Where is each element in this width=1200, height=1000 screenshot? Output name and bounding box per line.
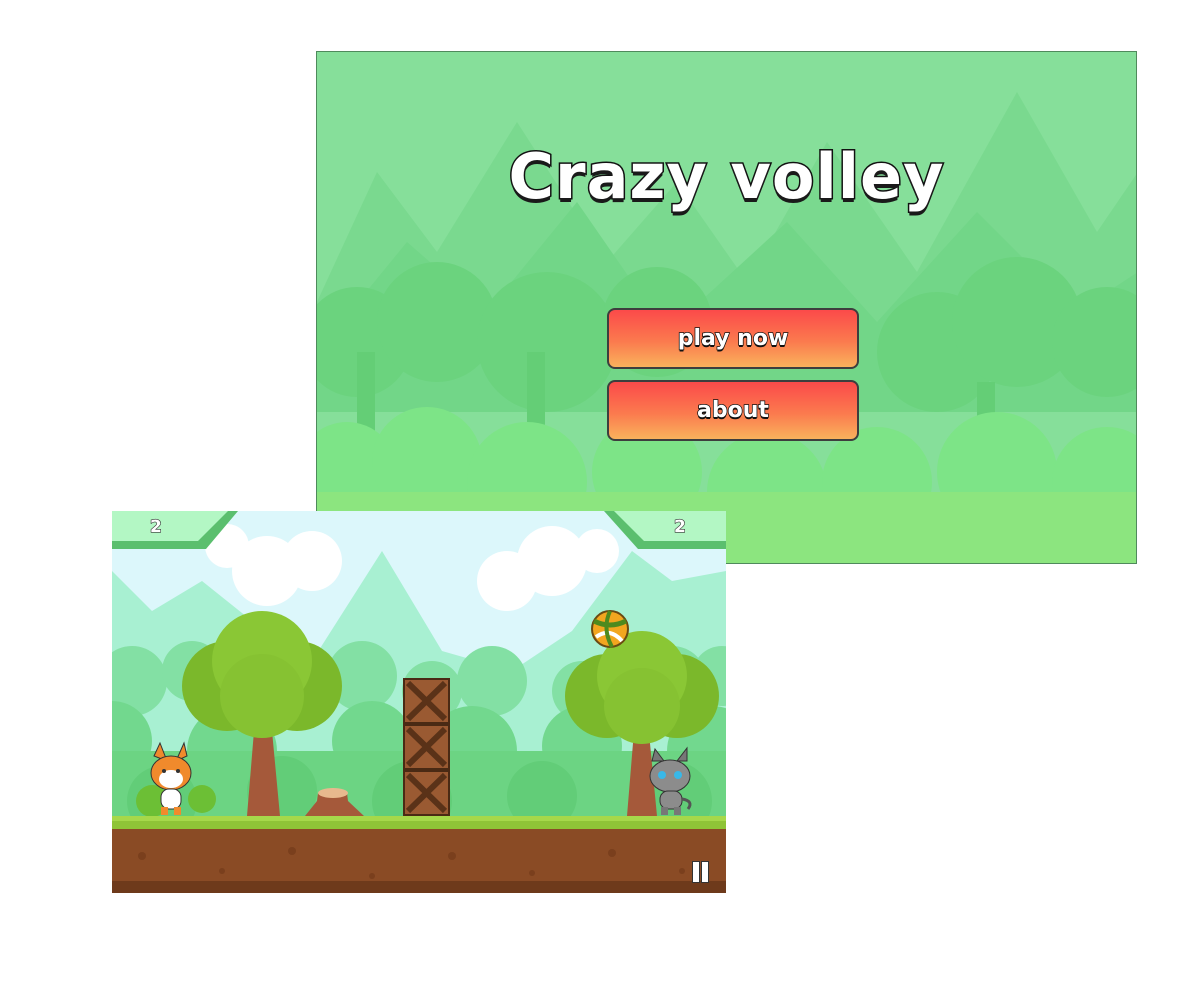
game-scene bbox=[112, 511, 726, 893]
play-now-button[interactable]: play now bbox=[607, 308, 859, 369]
play-now-label: play now bbox=[677, 325, 789, 352]
pause-bar-right bbox=[701, 861, 709, 883]
score-left: 2 bbox=[149, 516, 162, 537]
score-right: 2 bbox=[673, 516, 686, 537]
game-title: Crazy volley bbox=[507, 139, 945, 215]
about-label: about bbox=[696, 397, 769, 424]
pause-icon[interactable] bbox=[692, 861, 710, 883]
crate-stack bbox=[403, 678, 450, 816]
pause-bar-left bbox=[692, 861, 700, 883]
menu-screen: Crazy volley play now about bbox=[316, 51, 1137, 564]
volleyball bbox=[591, 610, 629, 648]
about-button[interactable]: about bbox=[607, 380, 859, 441]
game-screen: 2 2 bbox=[112, 511, 726, 893]
